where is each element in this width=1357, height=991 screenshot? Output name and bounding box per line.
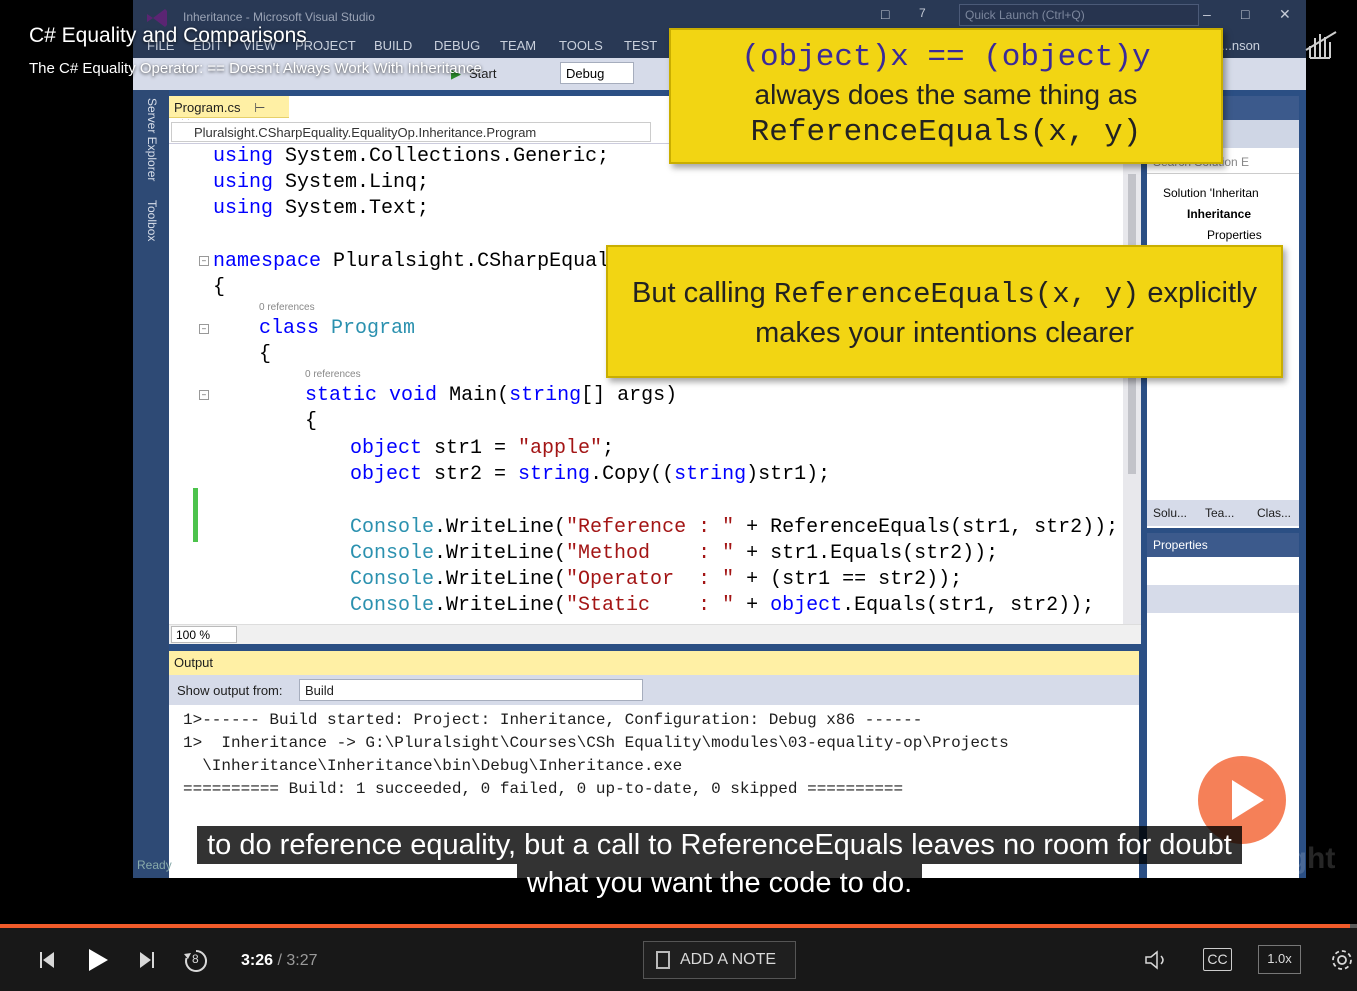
tab-class[interactable]: Clas... <box>1257 506 1291 520</box>
menu-debug[interactable]: DEBUG <box>434 38 480 53</box>
play-icon[interactable] <box>86 947 110 973</box>
play-overlay-icon <box>1232 780 1264 820</box>
code-line-main: static void Main(string[] args) <box>305 384 678 407</box>
code-line-class: class Program <box>259 317 416 340</box>
code-line-str2: object str2 = string.Copy((string)str1); <box>350 463 831 486</box>
config-dropdown[interactable]: Debug <box>560 62 634 84</box>
code-area[interactable]: using System.Collections.Generic; using … <box>169 144 1118 624</box>
next-icon[interactable] <box>138 950 156 970</box>
menu-build[interactable]: BUILD <box>374 38 412 53</box>
code-line-brace2: { <box>259 343 272 366</box>
fold-namespace-icon[interactable]: – <box>199 256 209 266</box>
volume-icon[interactable] <box>1143 948 1171 972</box>
code-line-using1: using System.Collections.Generic; <box>213 145 610 168</box>
replay-seconds: 8 <box>192 952 199 966</box>
captions: to do reference equality, but a call to … <box>133 826 1306 902</box>
class-references[interactable]: 0 references <box>259 302 315 313</box>
code-line-str1: object str1 = "apple"; <box>350 437 615 460</box>
code-line-brace3: { <box>305 410 318 433</box>
tree-item-solution[interactable]: Solution 'Inheritan <box>1163 186 1259 200</box>
callout1-line1: (object)x == (object)y <box>741 40 1151 75</box>
callout1-line2: always does the same thing as <box>754 79 1138 110</box>
closed-captions-button[interactable]: CC <box>1203 948 1232 971</box>
code-line-writeline-reference: Console.WriteLine("Reference : " + Refer… <box>350 516 1119 539</box>
settings-gear-icon[interactable] <box>1329 947 1355 973</box>
tree-item-project[interactable]: Inheritance <box>1187 207 1251 221</box>
time-separator: / <box>273 952 287 969</box>
fold-main-icon[interactable]: – <box>199 390 209 400</box>
caption-line1: to do reference equality, but a call to … <box>197 826 1242 864</box>
course-title: C# Equality and Comparisons <box>29 24 307 47</box>
output-source-dropdown[interactable]: Build <box>299 679 643 701</box>
add-note-button[interactable]: ADD A NOTE <box>643 941 796 979</box>
callout1-line3: ReferenceEquals(x, y) <box>750 115 1142 150</box>
menu-user[interactable]: ...nson <box>1221 38 1260 53</box>
callout-intentions: But calling ReferenceEquals(x, y) explic… <box>606 245 1283 378</box>
fold-class-icon[interactable]: – <box>199 324 209 334</box>
video-stage[interactable]: Inheritance - Microsoft Visual Studio □ … <box>0 0 1357 926</box>
tree-item-properties[interactable]: Properties <box>1207 228 1262 242</box>
callout2-line2: makes your intentions clearer <box>755 317 1134 349</box>
module-title: The C# Equality Operator: == Doesn't Alw… <box>29 60 482 77</box>
toolbox-tab[interactable]: Toolbox <box>145 200 159 241</box>
callout-reference-equality: (object)x == (object)y always does the s… <box>669 28 1223 164</box>
output-line: \Inheritance\Inheritance\bin\Debug\Inher… <box>183 757 683 775</box>
code-line-namespace: namespace Pluralsight.CSharpEquali <box>213 250 622 273</box>
quick-launch-input[interactable]: Quick Launch (Ctrl+Q) <box>959 4 1199 26</box>
player-controls: 8 3:26 / 3:27 ADD A NOTE CC 1.0x <box>0 928 1357 991</box>
change-marker <box>193 488 198 542</box>
code-line-writeline-static: Console.WriteLine("Static : " + object.E… <box>350 594 1095 617</box>
pluralsight-hand-icon <box>1305 31 1337 59</box>
close-icon[interactable]: ✕ <box>1279 6 1291 23</box>
playback-speed-button[interactable]: 1.0x <box>1258 945 1301 974</box>
code-line-writeline-method: Console.WriteLine("Method : " + str1.Equ… <box>350 542 999 565</box>
right-panel-tabs: Solu... Tea... Clas... <box>1147 500 1299 526</box>
output-text[interactable]: 1>------ Build started: Project: Inherit… <box>183 711 1123 803</box>
scope-dropdown[interactable]: Pluralsight.CSharpEquality.EqualityOp.In… <box>171 122 651 142</box>
output-toolbar: Show output from: Build <box>169 675 1139 705</box>
menu-tools[interactable]: TOOLS <box>559 38 603 53</box>
previous-icon[interactable] <box>38 950 56 970</box>
add-note-label: ADD A NOTE <box>680 951 777 968</box>
output-line: 1>------ Build started: Project: Inherit… <box>183 711 923 729</box>
show-output-label: Show output from: <box>177 683 283 698</box>
properties-header: Properties <box>1147 533 1299 557</box>
tab-team[interactable]: Tea... <box>1205 506 1234 520</box>
editor-zoom-bar: 100 % <box>169 624 1141 644</box>
code-line-using2: using System.Linq; <box>213 171 430 194</box>
code-line-using3: using System.Text; <box>213 197 430 220</box>
properties-toolbar <box>1147 585 1299 613</box>
code-line-writeline-operator: Console.WriteLine("Operator : " + (str1 … <box>350 568 963 591</box>
time-total: 3:27 <box>286 952 318 969</box>
menu-team[interactable]: TEAM <box>500 38 536 53</box>
menu-test[interactable]: TEST <box>624 38 657 53</box>
server-explorer-tab[interactable]: Server Explorer <box>145 98 159 181</box>
zoom-dropdown[interactable]: 100 % <box>171 626 237 643</box>
callout2-line1: But calling ReferenceEquals(x, y) explic… <box>632 277 1257 311</box>
doc-tab-program[interactable]: Program.cs ⊢ ✕ <box>169 96 289 131</box>
tab-solution[interactable]: Solu... <box>1153 506 1187 520</box>
doc-tab-label: Program.cs <box>174 100 241 115</box>
minimize-icon[interactable]: – <box>1203 6 1211 22</box>
main-references[interactable]: 0 references <box>305 369 361 380</box>
note-icon <box>656 951 670 969</box>
code-line-brace1: { <box>213 276 226 299</box>
vs-window-title: Inheritance - Microsoft Visual Studio <box>183 10 375 24</box>
replay-button[interactable]: 8 <box>182 947 210 973</box>
feedback-icon[interactable]: □ <box>881 6 889 22</box>
caption-line2: what you want the code to do. <box>516 864 923 902</box>
pin-icon[interactable]: ⊢ <box>254 100 265 115</box>
time-display: 3:26 / 3:27 <box>241 952 318 970</box>
output-line: ========== Build: 1 succeeded, 0 failed,… <box>183 780 904 798</box>
maximize-icon[interactable]: □ <box>1241 6 1249 22</box>
output-line: 1> Inheritance -> G:\Pluralsight\Courses… <box>183 734 1009 752</box>
notification-count[interactable]: 7 <box>919 6 926 20</box>
output-header: Output <box>169 651 1139 675</box>
side-tool-tabs: Server Explorer Toolbox <box>133 90 169 878</box>
time-current: 3:26 <box>241 952 274 969</box>
editor-scrollbar[interactable] <box>1123 144 1141 624</box>
